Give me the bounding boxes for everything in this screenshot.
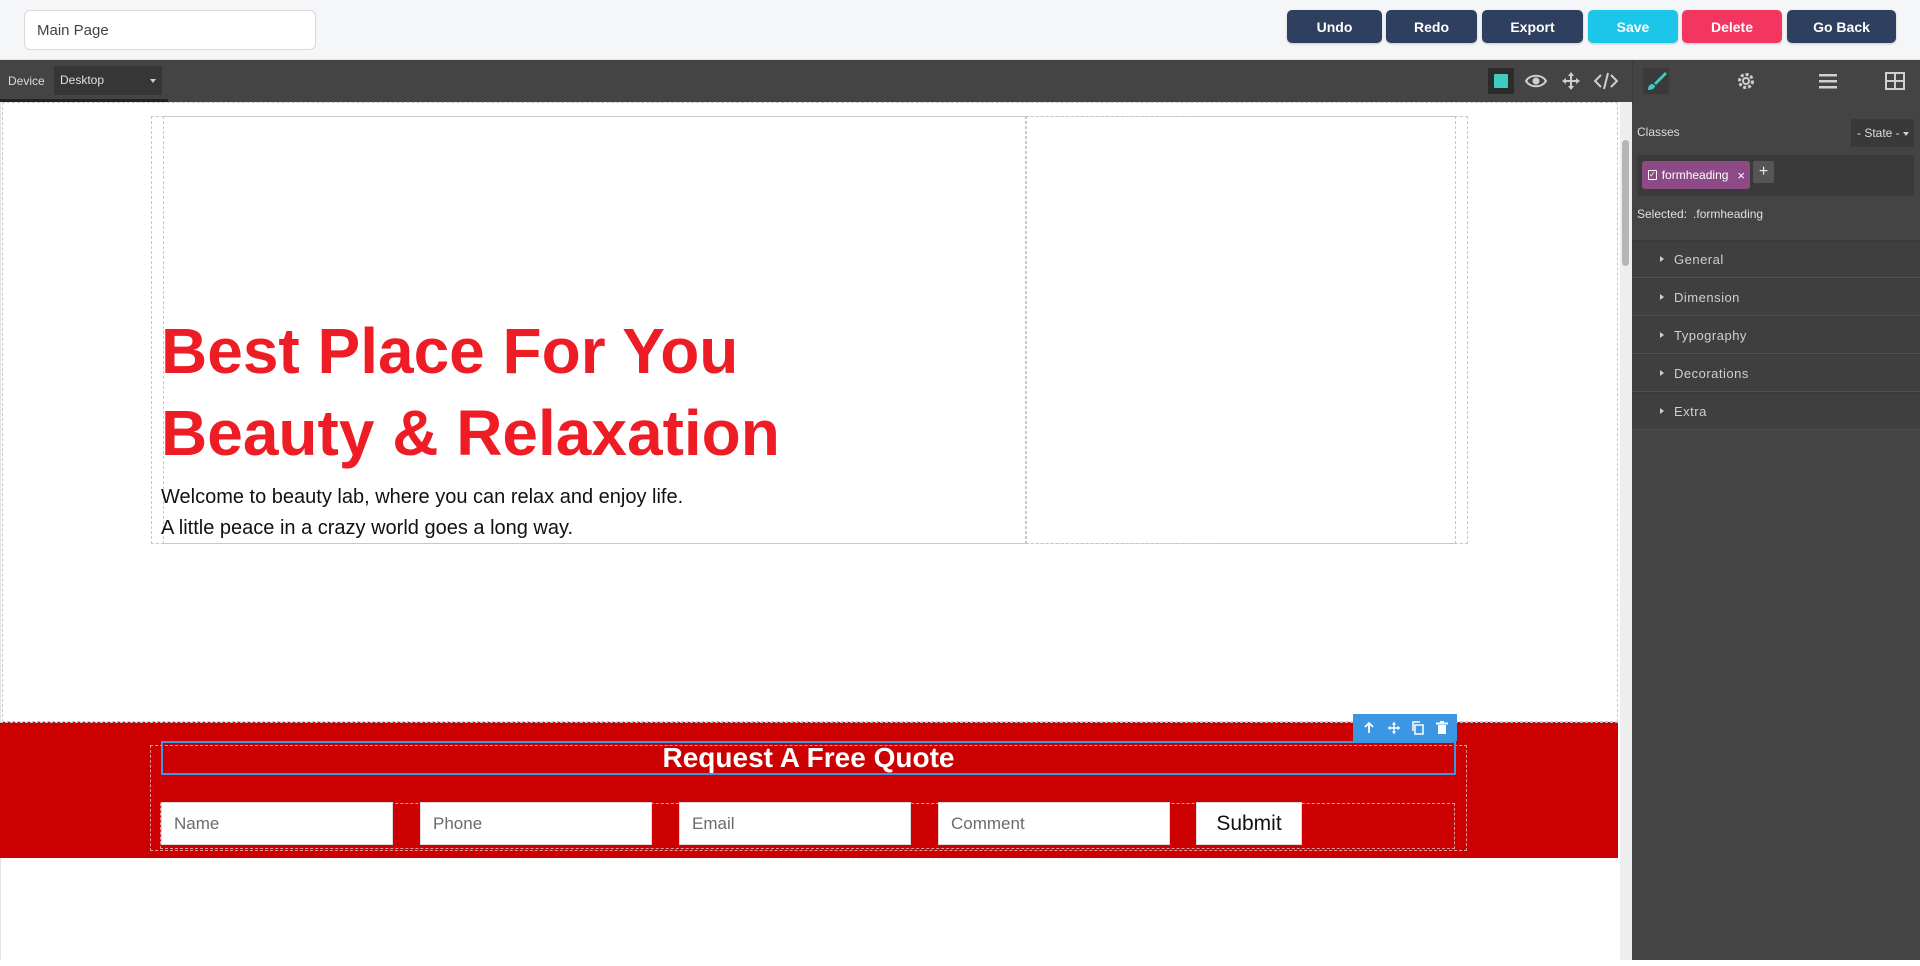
sector-dimension[interactable]: Dimension [1632,278,1920,316]
sector-general[interactable]: General [1632,240,1920,278]
comment-input[interactable]: Comment [938,802,1170,845]
device-select[interactable]: Desktop [54,66,162,95]
caret-right-icon [1660,256,1664,262]
phone-input[interactable]: Phone [420,802,652,845]
device-select-value: Desktop [60,73,105,87]
sector-label: General [1674,251,1724,267]
caret-down-icon [150,79,156,83]
name-input[interactable]: Name [161,802,393,845]
style-sectors: General Dimension Typography Decorations… [1632,240,1920,430]
sector-typography[interactable]: Typography [1632,316,1920,354]
save-button[interactable]: Save [1588,10,1678,43]
page-name-input[interactable]: Main Page [24,10,316,50]
caret-down-icon [1903,132,1909,136]
redo-button[interactable]: Redo [1386,10,1477,43]
hero-text-line1: Welcome to beauty lab, where you can rel… [161,486,684,508]
email-input[interactable]: Email [679,802,911,845]
sector-extra[interactable]: Extra [1632,392,1920,430]
panel-tabs [1632,60,1920,102]
style-manager-panel [1632,102,1920,960]
caret-right-icon [1660,408,1664,414]
layer-manager-icon[interactable] [1815,68,1841,94]
sector-label: Extra [1674,403,1707,419]
sector-label: Typography [1674,327,1747,343]
quote-heading-selected[interactable]: Request A Free Quote [161,741,1456,775]
hero-title-line2: Beauty & Relaxation [161,397,780,469]
selected-value: .formheading [1693,207,1764,221]
selected-label: Selected: [1637,207,1688,221]
move-icon[interactable] [1387,721,1401,735]
state-select[interactable]: - State - [1851,119,1914,147]
hero-right-cell-outline [1026,116,1456,544]
sw-visibility-button[interactable] [1488,68,1514,94]
caret-right-icon [1660,332,1664,338]
undo-button[interactable]: Undo [1287,10,1382,43]
top-bar: Main Page Undo Redo Export Save Delete G… [0,0,1920,60]
device-label: Device [8,74,45,88]
settings-gear-icon[interactable] [1733,68,1759,94]
add-class-button[interactable]: + [1753,161,1774,183]
caret-right-icon [1660,370,1664,376]
state-select-value: - State - [1857,126,1900,140]
hero-title: Best Place For You Beauty & Relaxation [161,310,1021,474]
hero-title-line1: Best Place For You [161,315,739,387]
quote-heading: Request A Free Quote [662,742,955,773]
square-icon [1494,74,1508,88]
caret-right-icon [1660,294,1664,300]
preview-eye-icon[interactable] [1523,68,1549,94]
arrow-up-icon[interactable] [1362,721,1376,735]
submit-button[interactable]: Submit [1196,802,1302,845]
blocks-icon[interactable] [1882,68,1908,94]
canvas-scrollbar-thumb[interactable] [1622,140,1629,266]
selected-component-toolbar [1353,714,1457,741]
delete-button[interactable]: Delete [1682,10,1782,43]
class-tag-label: formheading [1661,168,1729,182]
style-manager-brush-icon[interactable] [1643,68,1669,94]
selected-selector: Selected: .formheading [1637,207,1763,221]
bottom-strip [0,960,1920,966]
class-tag[interactable]: ✓ formheading × [1642,161,1750,189]
copy-icon[interactable] [1411,720,1425,735]
sector-label: Decorations [1674,365,1749,381]
code-icon[interactable] [1593,68,1619,94]
trash-icon[interactable] [1435,720,1448,735]
sector-decorations[interactable]: Decorations [1632,354,1920,392]
hero-text: Welcome to beauty lab, where you can rel… [161,482,1021,544]
checkbox-icon[interactable]: ✓ [1648,170,1657,180]
go-back-button[interactable]: Go Back [1787,10,1896,43]
close-icon[interactable]: × [1737,168,1745,183]
export-button[interactable]: Export [1482,10,1583,43]
classes-label: Classes [1637,125,1680,139]
sector-label: Dimension [1674,289,1740,305]
hero-text-line2: A little peace in a crazy world goes a l… [161,517,574,539]
fullscreen-move-icon[interactable] [1558,68,1584,94]
